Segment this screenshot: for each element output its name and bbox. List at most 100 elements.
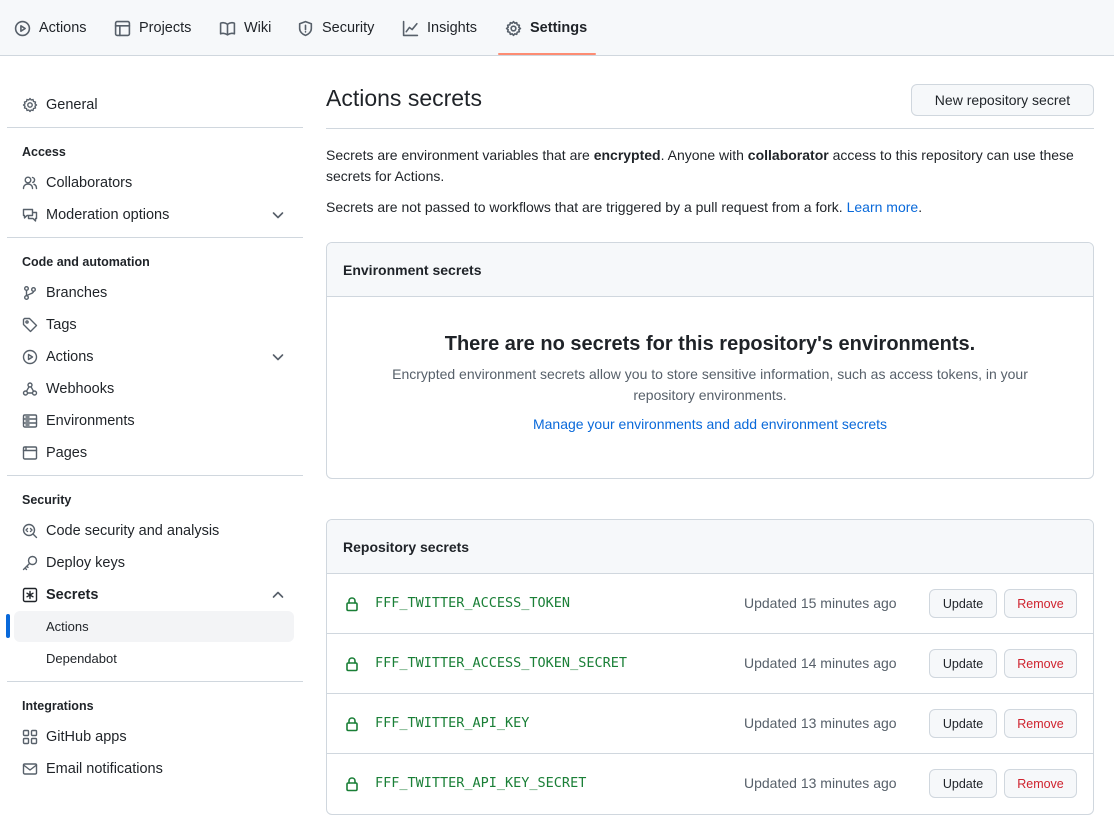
chevron-up-icon[interactable] — [270, 587, 286, 603]
apps-icon — [22, 729, 38, 745]
remove-button[interactable]: Remove — [1004, 589, 1077, 618]
selected-tab-underline — [498, 53, 596, 55]
blankslate-title: There are no secrets for this repository… — [444, 333, 976, 355]
sidebar-item-webhooks[interactable]: Webhooks — [22, 377, 114, 401]
sidebar-item-collaborators[interactable]: Collaborators — [22, 171, 132, 195]
sidebar-item-label: GitHub apps — [46, 729, 127, 745]
sidebar-item-actions[interactable]: Actions — [22, 345, 94, 369]
sidebar-item-email-notifications[interactable]: Email notifications — [22, 757, 163, 781]
remove-button[interactable]: Remove — [1004, 709, 1077, 738]
secret-name: FFF_TWITTER_API_KEY — [375, 715, 530, 731]
update-button[interactable]: Update — [929, 709, 997, 738]
sidebar-item-label: Deploy keys — [46, 555, 125, 571]
sidebar-item-label: Moderation options — [46, 207, 170, 223]
tab-label: Actions — [39, 20, 87, 36]
intro-emphasis: encrypted — [593, 147, 661, 163]
repository-secrets-heading: Repository secrets — [327, 520, 1093, 574]
sidebar-item-tags[interactable]: Tags — [22, 313, 77, 337]
browser-icon — [22, 445, 38, 461]
secret-row: FFF_TWITTER_API_KEY Updated 13 minutes a… — [327, 694, 1093, 754]
repo-nav: Actions Projects Wiki Security Insights … — [0, 0, 1114, 56]
blankslate: There are no secrets for this repository… — [327, 297, 1093, 478]
secret-row: FFF_TWITTER_ACCESS_TOKEN_SECRET Updated … — [327, 634, 1093, 694]
tab-insights[interactable]: Insights — [402, 0, 477, 56]
tab-label: Projects — [139, 20, 192, 36]
sidebar-item-label: Collaborators — [46, 175, 133, 191]
repository-secrets-box: Repository secrets FFF_TWITTER_ACCESS_TO… — [326, 519, 1094, 815]
intro-paragraph: Secrets are environment variables that a… — [326, 145, 1094, 187]
sidebar-item-secrets[interactable]: Secrets — [22, 583, 98, 607]
sidebar-item-label: Tags — [46, 317, 77, 333]
update-button[interactable]: Update — [929, 589, 997, 618]
sidebar-item-branches[interactable]: Branches — [22, 281, 107, 305]
sidebar-item-label: Actions — [46, 349, 94, 365]
secret-name: FFF_TWITTER_API_KEY_SECRET — [375, 775, 587, 791]
blankslate-description: Encrypted environment secrets allow you … — [392, 366, 1028, 403]
secret-updated: Updated 13 minutes ago — [744, 715, 897, 731]
update-button[interactable]: Update — [929, 649, 997, 678]
tab-actions[interactable]: Actions — [14, 0, 87, 56]
update-button[interactable]: Update — [929, 769, 997, 798]
sidebar-subitem-actions[interactable]: Actions — [46, 619, 89, 634]
environment-secrets-box: Environment secrets There are no secrets… — [326, 242, 1094, 479]
sidebar-item-moderation[interactable]: Moderation options — [22, 203, 169, 227]
new-repository-secret-button[interactable]: New repository secret — [911, 84, 1094, 116]
tab-label: Settings — [530, 20, 588, 36]
sidebar-item-pages[interactable]: Pages — [22, 441, 87, 465]
key-asterisk-icon — [22, 587, 38, 603]
secret-updated: Updated 15 minutes ago — [744, 595, 897, 611]
lock-icon — [344, 656, 360, 672]
sidebar-item-code-security[interactable]: Code security and analysis — [22, 519, 219, 543]
comment-discussion-icon — [22, 207, 38, 223]
book-icon — [219, 20, 236, 37]
sidebar-item-label: Secrets — [46, 587, 99, 603]
sidebar-heading-security: Security — [22, 493, 72, 507]
sidebar-item-label: Pages — [46, 445, 88, 461]
sidebar-item-label: Code security and analysis — [46, 523, 220, 539]
sidebar-subitem-dependabot[interactable]: Dependabot — [46, 651, 117, 666]
tab-projects[interactable]: Projects — [114, 0, 191, 56]
sidebar-heading-code-automation: Code and automation — [22, 255, 150, 269]
lock-icon — [344, 716, 360, 732]
remove-button[interactable]: Remove — [1004, 769, 1077, 798]
learn-more-link[interactable]: Learn more — [847, 199, 919, 215]
manage-environments-link[interactable]: Manage your environments and add environ… — [533, 416, 887, 432]
sidebar-item-label: Email notifications — [46, 761, 163, 777]
key-icon — [22, 555, 38, 571]
git-branch-icon — [22, 285, 38, 301]
mail-icon — [22, 761, 38, 777]
secret-row: FFF_TWITTER_API_KEY_SECRET Updated 13 mi… — [327, 754, 1093, 814]
lock-icon — [344, 776, 360, 792]
remove-button[interactable]: Remove — [1004, 649, 1077, 678]
webhook-icon — [22, 381, 38, 397]
sidebar-divider — [7, 681, 303, 682]
intro-text: Secrets are environment variables that a… — [326, 147, 594, 163]
sidebar-item-label: General — [46, 97, 98, 113]
tab-label: Wiki — [244, 20, 272, 36]
blankslate-link-wrap: Manage your environments and add environ… — [327, 416, 1093, 432]
chevron-down-icon[interactable] — [270, 349, 286, 365]
fork-note-text: Secrets are not passed to workflows that… — [326, 199, 847, 215]
server-icon — [22, 413, 38, 429]
secret-name: FFF_TWITTER_ACCESS_TOKEN_SECRET — [375, 655, 627, 671]
fork-note-paragraph: Secrets are not passed to workflows that… — [326, 197, 1094, 218]
tab-wiki[interactable]: Wiki — [219, 0, 271, 56]
intro-text: . Anyone with — [660, 147, 748, 163]
sidebar-item-deploy-keys[interactable]: Deploy keys — [22, 551, 125, 575]
environment-secrets-heading: Environment secrets — [327, 243, 1093, 297]
tab-security[interactable]: Security — [297, 0, 374, 56]
chevron-down-icon[interactable] — [270, 207, 286, 223]
tab-settings[interactable]: Settings — [505, 0, 587, 56]
tag-icon — [22, 317, 38, 333]
intro-emphasis: collaborator — [747, 147, 829, 163]
sidebar-item-general[interactable]: General — [22, 93, 98, 117]
sidebar-heading-integrations: Integrations — [22, 699, 94, 713]
gear-icon — [505, 20, 522, 37]
sidebar-item-github-apps[interactable]: GitHub apps — [22, 725, 127, 749]
play-circle-icon — [22, 349, 38, 365]
sidebar-item-environments[interactable]: Environments — [22, 409, 135, 433]
sidebar-heading-access: Access — [22, 145, 66, 159]
secret-name: FFF_TWITTER_ACCESS_TOKEN — [375, 595, 571, 611]
sidebar-divider — [7, 237, 303, 238]
sidebar-divider — [7, 475, 303, 476]
